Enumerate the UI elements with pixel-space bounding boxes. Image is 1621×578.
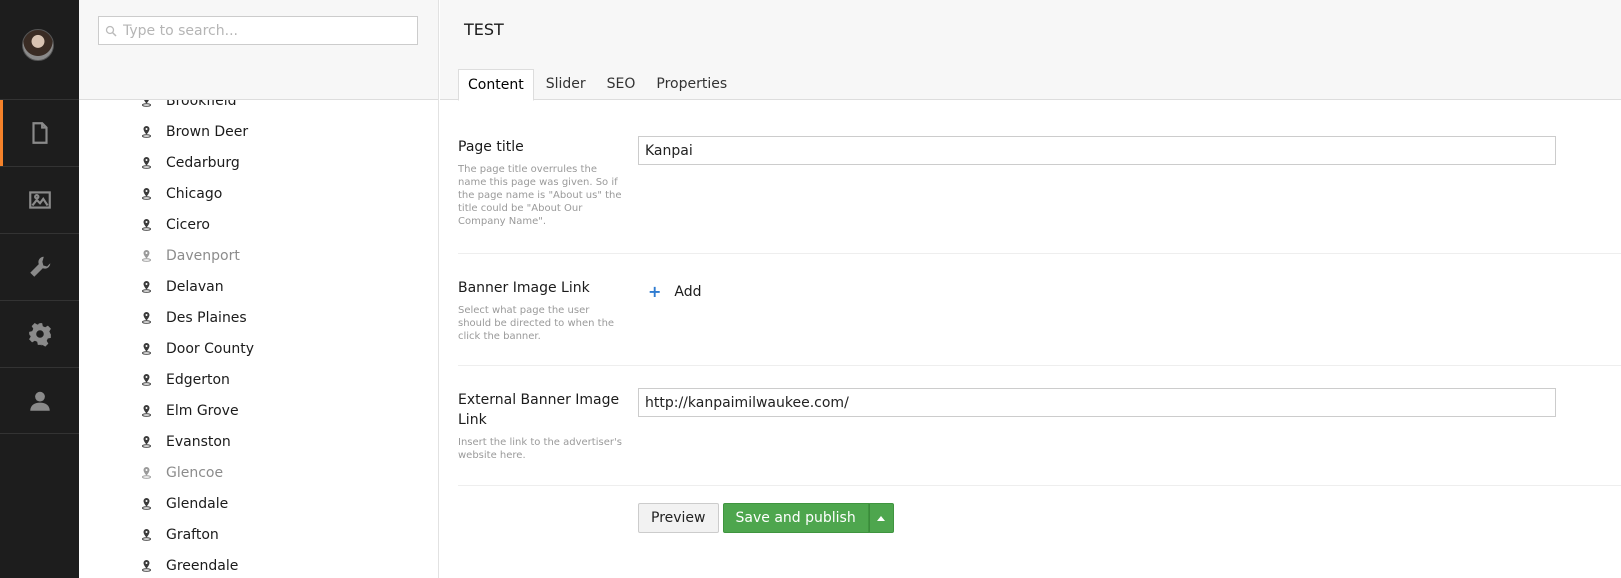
tree-item[interactable]: Edgerton — [79, 364, 438, 395]
app-sidebar — [0, 0, 79, 578]
location-pin-icon — [142, 436, 151, 448]
property-banner-image-link: Banner Image Link Select what page the u… — [458, 278, 1621, 366]
image-icon — [28, 191, 51, 209]
tree-item[interactable]: Greendale — [79, 550, 438, 578]
sidebar-item-users[interactable] — [0, 367, 79, 434]
property-label: External Banner Image Link — [458, 392, 620, 428]
search-input[interactable] — [123, 22, 403, 39]
wrench-icon — [29, 256, 50, 277]
tree-header — [79, 0, 438, 100]
tree-item-label: Glendale — [166, 495, 229, 512]
property-description: Insert the link to the advertiser's webs… — [458, 437, 622, 461]
page-name[interactable]: TEST — [464, 20, 504, 39]
tab-seo[interactable]: SEO — [598, 69, 645, 100]
search-box[interactable] — [98, 16, 418, 45]
save-options-button[interactable] — [868, 503, 894, 533]
location-pin-icon — [142, 498, 151, 510]
property-label-block: External Banner Image Link Insert the li… — [458, 390, 623, 462]
property-label: Page title — [458, 139, 524, 155]
sidebar-item-media[interactable] — [0, 166, 79, 233]
property-description: The page title overrules the name this p… — [458, 164, 622, 227]
tree-item[interactable]: Chicago — [79, 178, 438, 209]
location-pin-icon — [142, 250, 151, 262]
plus-icon: + — [648, 282, 662, 301]
property-label-block: Banner Image Link Select what page the u… — [458, 278, 623, 343]
location-pin-icon — [142, 157, 151, 169]
add-link-button[interactable]: + Add — [648, 282, 702, 301]
tree-item[interactable]: Glencoe — [79, 457, 438, 488]
tree-item-label: Door County — [166, 340, 254, 357]
action-bar: Preview Save and publish — [638, 503, 894, 533]
tree-item-label: Grafton — [166, 526, 219, 543]
tree-item[interactable]: Grafton — [79, 519, 438, 550]
location-pin-icon — [142, 374, 151, 386]
sidebar-item-content[interactable] — [0, 99, 79, 166]
property-label: Banner Image Link — [458, 280, 590, 296]
editor-header: TEST Content Slider SEO Properties — [440, 0, 1621, 101]
location-pin-icon — [142, 467, 151, 479]
tree-item-label: Cedarburg — [166, 154, 240, 171]
location-pin-icon — [142, 343, 151, 355]
tree-list: Brookfield Brown Deer Cedarburg Chicago Cice… — [79, 85, 438, 578]
tree-item-label: Chicago — [166, 185, 223, 202]
external-link-input[interactable] — [638, 388, 1556, 417]
preview-button[interactable]: Preview — [638, 503, 719, 533]
location-pin-icon — [142, 529, 151, 541]
tab-bar: Content Slider SEO Properties — [458, 69, 739, 101]
tree-item-label: Delavan — [166, 278, 224, 295]
tree-item[interactable]: Davenport — [79, 240, 438, 271]
content-tree-panel: BrookfieldBrown DeerCedarburgChicagoCice… — [79, 0, 439, 578]
tree-item-label: Greendale — [166, 557, 239, 574]
property-external-banner-image-link: External Banner Image Link Insert the li… — [458, 388, 1621, 486]
gear-icon — [28, 323, 51, 347]
document-icon — [31, 122, 48, 144]
location-pin-icon — [142, 188, 151, 200]
tree-item[interactable]: Des Plaines — [79, 302, 438, 333]
editor-panel: TEST Content Slider SEO Properties Page tit… — [440, 0, 1621, 578]
location-pin-icon — [142, 312, 151, 324]
location-pin-icon — [142, 219, 151, 231]
location-pin-icon — [142, 405, 151, 417]
tree-item-label: Davenport — [166, 247, 240, 264]
tree-item-label: Brown Deer — [166, 123, 249, 140]
tree-item-label: Edgerton — [166, 371, 230, 388]
tree-item-label: Cicero — [166, 216, 210, 233]
tab-properties[interactable]: Properties — [647, 69, 736, 100]
user-icon — [29, 391, 50, 411]
tree-item[interactable]: Evanston — [79, 426, 438, 457]
save-and-publish-button[interactable]: Save and publish — [722, 503, 869, 533]
location-pin-icon — [142, 560, 151, 572]
tree-item[interactable]: Cedarburg — [79, 147, 438, 178]
search-icon — [105, 25, 117, 37]
tree-item-label: Evanston — [166, 433, 231, 450]
tree-item[interactable]: Door County — [79, 333, 438, 364]
tree-item[interactable]: Elm Grove — [79, 395, 438, 426]
property-label-block: Page title The page title overrules the … — [458, 137, 623, 228]
tree-item[interactable]: Delavan — [79, 271, 438, 302]
tree-item-label: Elm Grove — [166, 402, 239, 419]
tab-content[interactable]: Content — [458, 69, 534, 101]
location-pin-icon — [142, 126, 151, 138]
caret-up-icon — [877, 515, 886, 521]
tree-item-label: Des Plaines — [166, 309, 247, 326]
property-page-title: Page title The page title overrules the … — [458, 134, 1621, 254]
tab-slider[interactable]: Slider — [537, 69, 595, 100]
property-description: Select what page the user should be dire… — [458, 305, 615, 342]
sidebar-item-settings[interactable] — [0, 300, 79, 367]
tree-item[interactable]: Cicero — [79, 209, 438, 240]
tree-item[interactable]: Brown Deer — [79, 116, 438, 147]
tree-item[interactable]: Glendale — [79, 488, 438, 519]
tree-item-label: Glencoe — [166, 464, 224, 481]
page-title-input[interactable] — [638, 136, 1556, 165]
avatar[interactable] — [22, 29, 54, 61]
add-link-label: Add — [674, 283, 702, 300]
location-pin-icon — [142, 281, 151, 293]
sidebar-item-developer[interactable] — [0, 233, 79, 300]
